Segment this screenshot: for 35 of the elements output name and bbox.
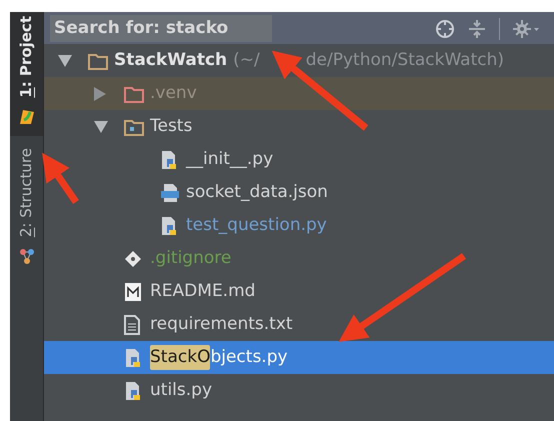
expanded-arrow-icon[interactable]: [94, 120, 108, 132]
settings-icon[interactable]: [512, 19, 540, 39]
diamond-icon: [124, 250, 142, 268]
logo-icon: [18, 108, 36, 126]
text-file-icon: [124, 314, 140, 334]
structure-icon: [18, 246, 34, 265]
file-name[interactable]: __init__.py: [186, 146, 274, 172]
folder-icon: [88, 52, 108, 70]
project-path: de/Python/StackWatch): [306, 48, 504, 72]
file-name[interactable]: README.md: [150, 278, 256, 304]
file-name[interactable]: test_question.py: [186, 212, 327, 238]
file-name[interactable]: StackWatch: [114, 48, 228, 74]
python-file-icon: [124, 348, 142, 368]
file-name[interactable]: socket_data.json: [186, 180, 328, 206]
markdown-file-icon: [124, 282, 142, 302]
python-file-icon: [160, 150, 178, 170]
collapse-all-icon[interactable]: [467, 19, 487, 39]
tool-window-tab[interactable]: 2: Structure: [15, 148, 38, 237]
python-file-icon: [160, 216, 178, 236]
project-path: (~/: [233, 48, 260, 72]
selected-tree-row[interactable]: StackObjects.py: [44, 341, 554, 374]
expanded-arrow-icon[interactable]: [58, 54, 72, 66]
collapsed-arrow-icon[interactable]: [94, 86, 106, 100]
annotation-arrow: [42, 152, 79, 204]
file-name[interactable]: bjects.py: [210, 344, 288, 370]
scroll-from-source-icon[interactable]: [435, 19, 455, 39]
folder-icon: [124, 84, 144, 102]
search-match-highlight: StackO: [150, 344, 210, 370]
json-file-icon: [160, 182, 180, 202]
python-file-icon: [124, 380, 142, 400]
file-name[interactable]: Tests: [150, 114, 192, 140]
search-field[interactable]: Search for: stacko: [50, 15, 272, 42]
folder-icon: [124, 118, 144, 136]
file-name[interactable]: utils.py: [150, 378, 212, 404]
file-name[interactable]: requirements.txt: [150, 312, 293, 338]
